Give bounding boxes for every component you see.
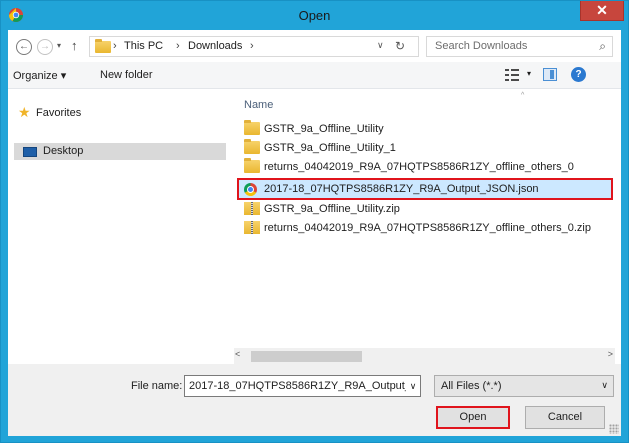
breadcrumb-separator[interactable]: ›	[250, 40, 254, 52]
breadcrumb-downloads[interactable]: Downloads	[188, 40, 242, 52]
list-item[interactable]: GSTR_9a_Offline_Utility_1	[239, 139, 611, 157]
sidebar-item-favorites[interactable]: ★ Favorites	[14, 105, 214, 121]
address-dropdown-button[interactable]: ∨	[377, 40, 384, 51]
sort-arrow-icon: ^	[521, 92, 525, 99]
file-name-dropdown[interactable]: ∨	[406, 376, 420, 396]
file-type-select[interactable]: All Files (*.*) ∨	[434, 375, 614, 397]
chevron-down-icon: ∨	[601, 380, 608, 390]
new-folder-button[interactable]: New folder	[100, 69, 153, 81]
open-button[interactable]: Open	[436, 406, 510, 429]
horizontal-scrollbar[interactable]: < >	[234, 348, 615, 364]
views-dropdown[interactable]: ▾	[527, 69, 531, 78]
list-item[interactable]: returns_04042019_R9A_07HQTPS8586R1ZY_off…	[239, 219, 611, 237]
help-icon[interactable]: ?	[571, 67, 586, 82]
file-name: returns_04042019_R9A_07HQTPS8586R1ZY_off…	[264, 161, 574, 173]
file-name: GSTR_9a_Offline_Utility	[264, 123, 384, 135]
navigation-pane: ★ Favorites Desktop	[8, 90, 228, 364]
scroll-right-button[interactable]: >	[608, 349, 613, 359]
breadcrumb-separator[interactable]: ›	[176, 40, 180, 52]
desktop-icon	[23, 147, 37, 157]
up-button[interactable]: ↑	[71, 38, 78, 53]
navigation-bar: ← → ▾ ↑ › This PC › Downloads › ∨ ↻ Sear…	[8, 30, 621, 62]
cancel-button[interactable]: Cancel	[525, 406, 605, 429]
zip-icon	[244, 221, 260, 234]
list-item[interactable]: GSTR_9a_Offline_Utility.zip	[239, 200, 611, 218]
breadcrumb-separator[interactable]: ›	[113, 40, 117, 52]
star-icon: ★	[18, 104, 31, 120]
file-name-field[interactable]: 2017-18_07HQTPS8586R1ZY_R9A_Output_JSC ∨	[184, 375, 421, 397]
file-name: 2017-18_07HQTPS8586R1ZY_R9A_Output_JSON.…	[264, 183, 539, 195]
open-dialog: Open ✕ ← → ▾ ↑ › This PC › Downloads › ∨…	[0, 0, 629, 443]
close-button[interactable]: ✕	[580, 1, 624, 21]
preview-pane-icon[interactable]	[543, 68, 557, 81]
file-name: GSTR_9a_Offline_Utility.zip	[264, 203, 400, 215]
scroll-left-button[interactable]: <	[235, 349, 240, 359]
file-name: GSTR_9a_Offline_Utility_1	[264, 142, 396, 154]
list-item[interactable]: returns_04042019_R9A_07HQTPS8586R1ZY_off…	[239, 158, 611, 176]
search-placeholder: Search Downloads	[435, 40, 528, 52]
address-bar[interactable]: › This PC › Downloads › ∨ ↻	[89, 36, 419, 57]
views-icon[interactable]	[504, 68, 526, 82]
breadcrumb-this-pc[interactable]: This PC	[124, 40, 163, 52]
resize-grip[interactable]	[609, 424, 619, 434]
sidebar-item-label: Favorites	[36, 107, 82, 119]
forward-button[interactable]: →	[37, 39, 53, 55]
dialog-body: ← → ▾ ↑ › This PC › Downloads › ∨ ↻ Sear…	[8, 30, 621, 436]
search-input[interactable]: Search Downloads ⌕	[426, 36, 613, 57]
folder-icon	[244, 139, 260, 154]
file-name: returns_04042019_R9A_07HQTPS8586R1ZY_off…	[264, 222, 591, 234]
file-type-value: All Files (*.*)	[441, 380, 502, 392]
window-title: Open	[298, 8, 331, 23]
search-icon[interactable]: ⌕	[599, 39, 606, 54]
file-name-label: File name:	[131, 380, 183, 392]
file-list: Name ^ GSTR_9a_Offline_Utility GSTR_9a_O…	[234, 90, 621, 364]
folder-icon	[244, 120, 260, 135]
sidebar-item-label: Desktop	[43, 145, 84, 157]
refresh-icon[interactable]: ↻	[395, 39, 405, 53]
command-bar: Organize ▾ New folder ▾ ?	[8, 62, 621, 89]
sidebar-item-desktop[interactable]: Desktop	[14, 143, 226, 160]
dialog-footer: File name: 2017-18_07HQTPS8586R1ZY_R9A_O…	[8, 364, 621, 436]
title-bar[interactable]: Open ✕	[1, 1, 628, 30]
list-item[interactable]: GSTR_9a_Offline_Utility	[239, 120, 611, 138]
folder-icon	[244, 158, 260, 173]
zip-icon	[244, 202, 260, 215]
downloads-folder-icon	[95, 39, 111, 53]
back-button[interactable]: ←	[16, 39, 32, 55]
chrome-file-icon	[244, 183, 257, 196]
name-column-header[interactable]: Name	[244, 99, 273, 111]
list-item-selected[interactable]: 2017-18_07HQTPS8586R1ZY_R9A_Output_JSON.…	[237, 178, 613, 200]
organize-button[interactable]: Organize ▾	[13, 69, 66, 82]
recent-locations-dropdown[interactable]: ▾	[57, 41, 61, 50]
scroll-thumb[interactable]	[251, 351, 362, 362]
file-name-value[interactable]: 2017-18_07HQTPS8586R1ZY_R9A_Output_JSC	[189, 380, 420, 392]
